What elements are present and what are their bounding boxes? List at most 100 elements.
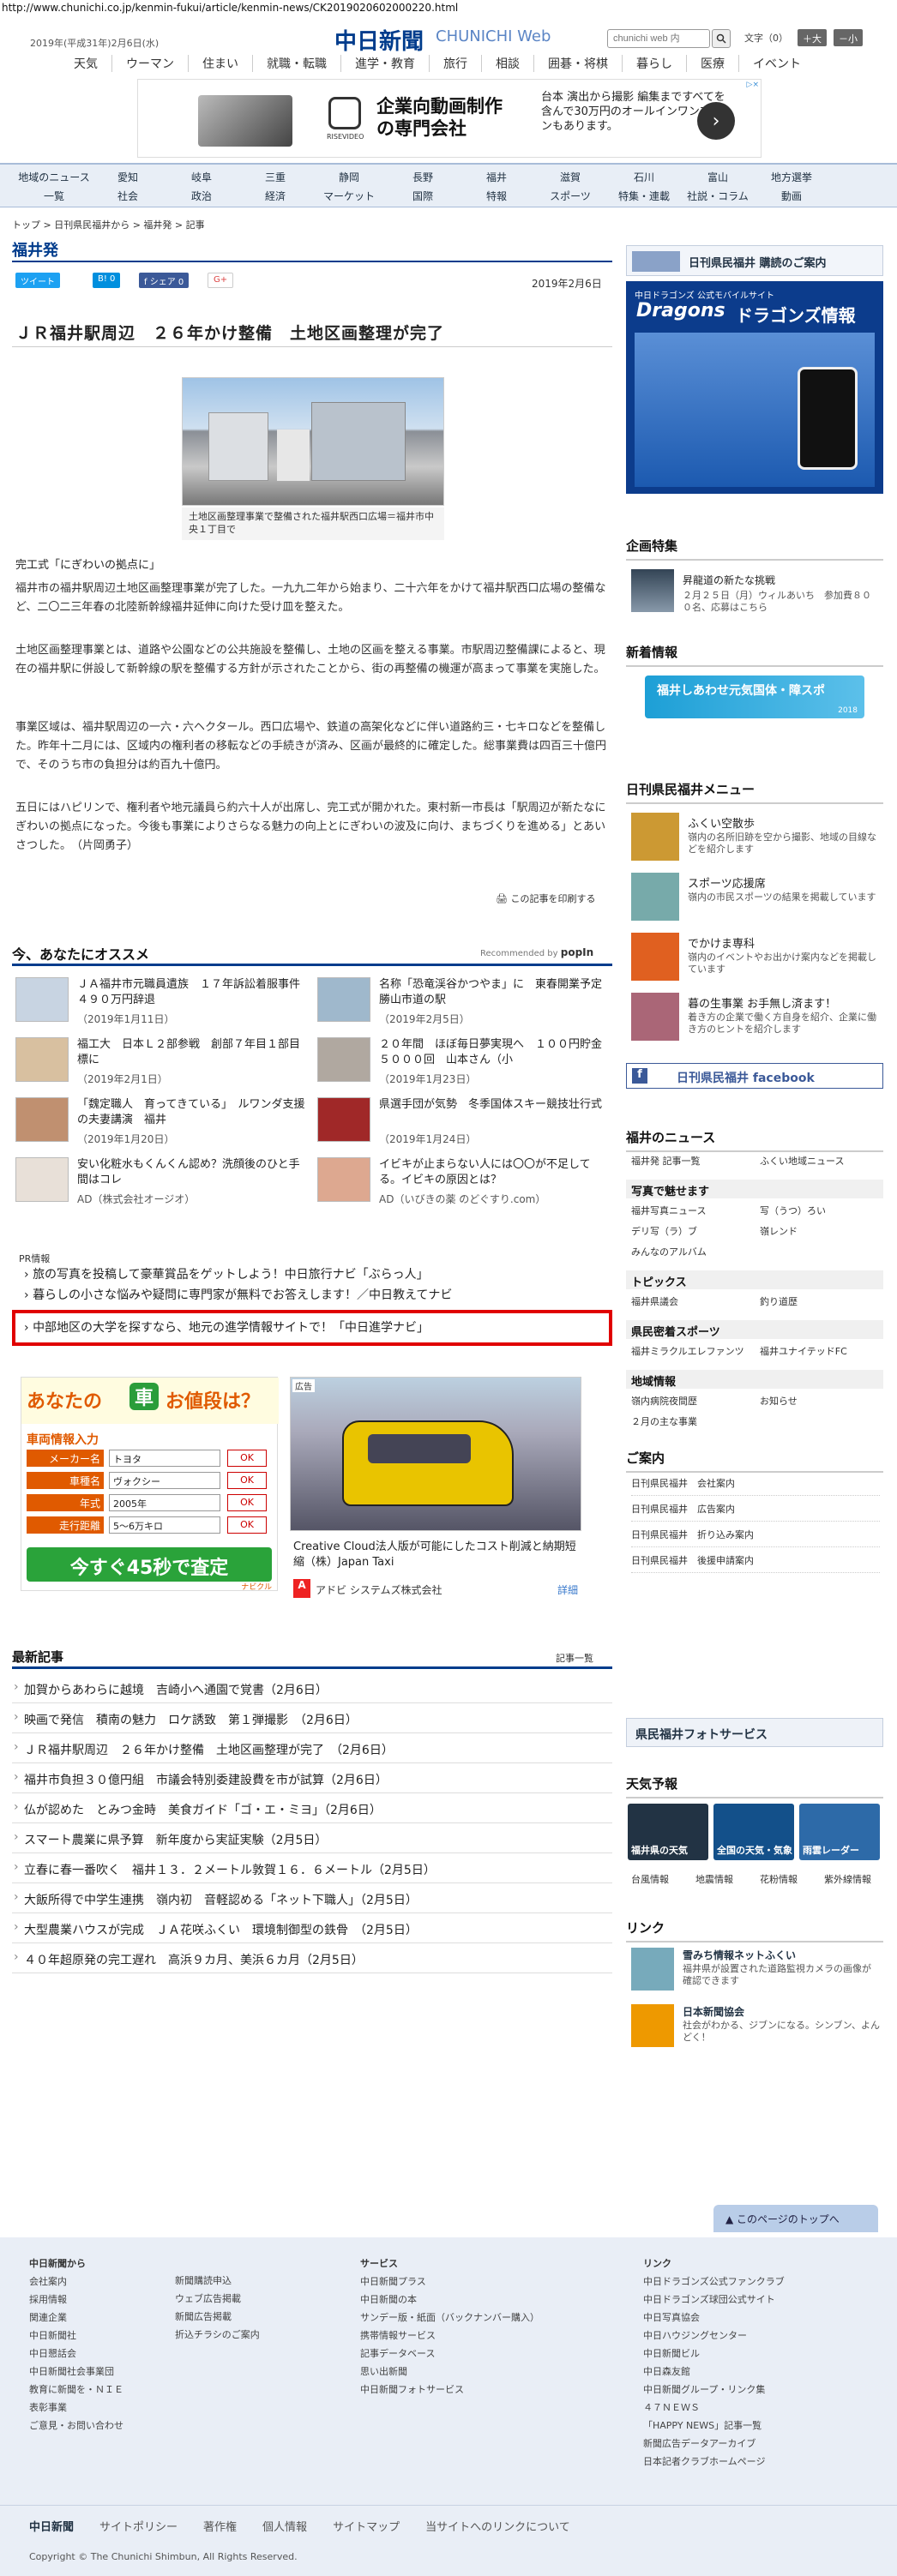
recommend-item[interactable]: 福工大 日本Ｌ２部参戦 創部７年目１部目標に （2019年2月1日） (15, 1037, 307, 1089)
latest-item[interactable]: 仏が認めた とみつ金時 美食ガイド「ゴ・エ・ミヨ」（2月6日） (12, 1793, 612, 1823)
recommend-item[interactable]: ＪＡ福井市元職員遺族 １７年訴訟着服事件 ４９０万円辞退 （2019年1月11日） (15, 977, 311, 1029)
cnav-item[interactable]: 三重 (238, 170, 312, 184)
guide-link[interactable]: 日刊県民福井 後援申請案内 (631, 1553, 880, 1573)
cnav-item[interactable]: 特報 (460, 189, 533, 203)
pr-link[interactable]: › 旅の写真を投稿して豪華賞品をゲットしよう！中日旅行ナビ「ぶらっ人」 (24, 1265, 429, 1282)
appraise-button[interactable]: 今すぐ45秒で査定 (27, 1547, 272, 1582)
gnav-item[interactable]: 就職・転職 (253, 55, 341, 72)
link-title[interactable]: 雪みち情報ネットふくい (683, 1948, 796, 1962)
menu-link[interactable]: スポーツ応援席 (688, 874, 766, 891)
car-field-value[interactable]: 5～6万キロ (109, 1516, 220, 1534)
facebook-share-button[interactable]: f シェア 0 (139, 273, 190, 288)
recommend-title[interactable]: 名称「恐竜渓谷かつやま」に 東春開業予定 勝山市道の駅 (379, 977, 613, 1008)
cnav-item[interactable]: 石川 (607, 170, 681, 184)
footer-link[interactable]: 中日森友館 (643, 2363, 785, 2381)
footer-link[interactable]: 中日新聞グループ・リンク集 (643, 2381, 785, 2399)
footer-link[interactable]: 中日新聞社 (29, 2327, 123, 2345)
cnav-item[interactable]: 福井 (460, 170, 533, 184)
footer-link[interactable]: ご意見・お問い合わせ (29, 2417, 123, 2435)
kokutai-banner[interactable]: 福井しあわせ元気国体・障スポ 2018 (645, 676, 864, 718)
cnav-item[interactable]: 特集・連載 (607, 189, 681, 203)
footer-bar-link[interactable]: 個人情報 (262, 2521, 307, 2534)
cnav-item[interactable]: マーケット (312, 189, 386, 203)
guide-link[interactable]: 日刊県民福井 広告案内 (631, 1502, 880, 1522)
kikaku-link[interactable]: 昇龍道の新たな挑戦 (683, 573, 775, 587)
footer-link[interactable]: 会社案内 (29, 2273, 123, 2291)
footer-link[interactable]: 中日新聞ビル (643, 2345, 785, 2363)
ad-arrow-button[interactable]: › (697, 102, 735, 140)
gnav-item[interactable]: 旅行 (430, 55, 482, 72)
footer-link[interactable]: 新聞購読申込 (175, 2272, 260, 2290)
gnav-item[interactable]: ウーマン (112, 55, 189, 72)
footer-link[interactable]: 中日ドラゴンズ球団公式サイト (643, 2291, 785, 2309)
gnav-item[interactable]: 医療 (687, 55, 739, 72)
footer-link[interactable]: 教育に新聞を・ＮＩＥ (29, 2381, 123, 2399)
recommend-item[interactable]: 名称「恐竜渓谷かつやま」に 東春開業予定 勝山市道の駅 （2019年2月5日） (317, 977, 613, 1029)
top-ad-banner[interactable]: ▷× RISEVIDEO 企業向動画制作 の専門会社 台本 演出から撮影 編集まで… (137, 79, 762, 158)
sidebar-link[interactable]: みんなのアルバム (631, 1245, 707, 1258)
recommend-title[interactable]: イビキが止まらない人には〇〇が不足してる。イビキの原因とは？ (379, 1157, 611, 1188)
cnav-item[interactable]: 静岡 (312, 170, 386, 184)
footer-link[interactable]: ウェブ広告掲載 (175, 2290, 260, 2308)
sidebar-link[interactable]: 福井発 記事一覧 (631, 1154, 701, 1168)
site-logo[interactable]: 中日新聞 (334, 24, 424, 56)
ok-button[interactable]: OK (227, 1450, 267, 1467)
recommend-title[interactable]: 福工大 日本Ｌ２部参戦 創部７年目１部目標に (77, 1037, 309, 1068)
latest-item[interactable]: ４０年超原発の完工遅れ 高浜９カ月、美浜６カ月（2月5日） (12, 1943, 612, 1973)
recommend-item[interactable]: イビキが止まらない人には〇〇が不足してる。イビキの原因とは？ AD（いびきの薬 の… (317, 1157, 609, 1209)
menu-thumb[interactable] (631, 873, 679, 921)
footer-link[interactable]: 新聞広告データアーカイブ (643, 2435, 785, 2453)
cnav-item[interactable]: 長野 (386, 170, 460, 184)
latest-item[interactable]: 加賀からあわらに越境 吉崎小へ通園で覚書（2月6日） (12, 1673, 612, 1703)
recommend-thumb[interactable] (15, 1037, 69, 1082)
link-thumb[interactable] (631, 1948, 674, 1991)
guide-link[interactable]: 日刊県民福井 会社案内 (631, 1476, 880, 1496)
footer-link[interactable]: 中日新聞の本 (360, 2291, 539, 2309)
latest-item[interactable]: 立春に春一番吹く 福井１３．２メートル敦賀１６．６メートル（2月5日） (12, 1853, 612, 1883)
footer-link[interactable]: 中日新聞社会事業団 (29, 2363, 123, 2381)
footer-link[interactable]: 中日新聞フォトサービス (360, 2381, 539, 2399)
gnav-item[interactable]: 囲碁・将棋 (534, 55, 623, 72)
pr-link[interactable]: › 暮らしの小さな悩みや疑問に専門家が無料でお答えします！／中日教えてナビ (24, 1286, 452, 1303)
cnav-item[interactable]: 経済 (238, 189, 312, 203)
link-title[interactable]: 日本新聞協会 (683, 2004, 744, 2019)
footer-link[interactable]: 中日ハウジングセンター (643, 2327, 785, 2345)
font-smaller-button[interactable]: －小 (834, 29, 863, 46)
ok-button[interactable]: OK (227, 1516, 267, 1534)
latest-item[interactable]: 福井市負担３０億円組 市議会特別委建設費を市が試算（2月6日） (12, 1763, 612, 1793)
latest-item[interactable]: ＪＲ福井駅周辺 ２６年かけ整備 土地区画整理が完了 （2月6日） (12, 1733, 612, 1763)
menu-thumb[interactable] (631, 813, 679, 861)
weather-card[interactable]: 雨雲レーダー (799, 1804, 880, 1860)
breadcrumb[interactable]: トップ > 日刊県民福井から > 福井発 > 記事 (12, 218, 205, 231)
footer-link[interactable]: 表彰事業 (29, 2399, 123, 2417)
footer-link[interactable]: 日本記者クラブホームページ (643, 2453, 785, 2471)
menu-link[interactable]: ふくい空散歩 (688, 814, 755, 831)
ad-choices-icon[interactable]: ▷× (747, 81, 759, 89)
car-ad[interactable]: あなたの 車 お値段は？ 車両情報入力 今すぐ45秒で査定 ナビクル メーカー名… (21, 1377, 279, 1592)
sidebar-link[interactable]: デリ写（ラ）ブ (631, 1224, 697, 1238)
recommend-thumb[interactable] (15, 977, 69, 1022)
gnav-item[interactable]: 進学・教育 (341, 55, 430, 72)
hatena-button[interactable]: B! 0 (93, 273, 121, 288)
car-field-value[interactable]: トヨタ (109, 1450, 220, 1467)
adobe-ad[interactable]: 広告 Creative Cloud法人版が可能にしたコスト削減と納期短縮（株）J… (290, 1377, 581, 1601)
sidebar-link[interactable]: 嶺レンド (760, 1224, 798, 1238)
cnav-item[interactable]: 愛知 (91, 170, 165, 184)
sidebar-link[interactable]: ２月の主な事業 (631, 1414, 697, 1428)
footer-link[interactable]: 「HAPPY NEWS」記事一覧 (643, 2417, 785, 2435)
weather-link[interactable]: 台風情報 (631, 1872, 669, 1886)
recommend-title[interactable]: ２０年間 ほぼ毎日夢実現へ １００円貯金５０００回 山本さん（小 (379, 1037, 611, 1068)
car-field-value[interactable]: 2005年 (109, 1494, 220, 1511)
menu-link[interactable]: 暮の生事業 お手無し済ます！ (688, 994, 836, 1011)
gnav-item[interactable]: 暮らし (623, 55, 687, 72)
gplus-button[interactable]: G+ (208, 273, 234, 288)
cnav-item[interactable]: 国際 (386, 189, 460, 203)
weather-link[interactable]: 地震情報 (695, 1872, 733, 1886)
sidebar-link[interactable]: 釣り道歴 (760, 1294, 798, 1308)
gnav-item[interactable]: 天気 (60, 55, 112, 72)
recommend-item[interactable]: 安い化粧水もくんくん認め？洗顔後のひと手間はコレ AD（株式会社オージオ） (15, 1157, 307, 1209)
recommend-by[interactable]: Recommended by popIn (480, 946, 593, 958)
link-thumb[interactable] (631, 2004, 674, 2047)
print-link[interactable]: 🖨 この記事を印刷する (496, 892, 595, 905)
footer-link[interactable]: 中日懇話会 (29, 2345, 123, 2363)
